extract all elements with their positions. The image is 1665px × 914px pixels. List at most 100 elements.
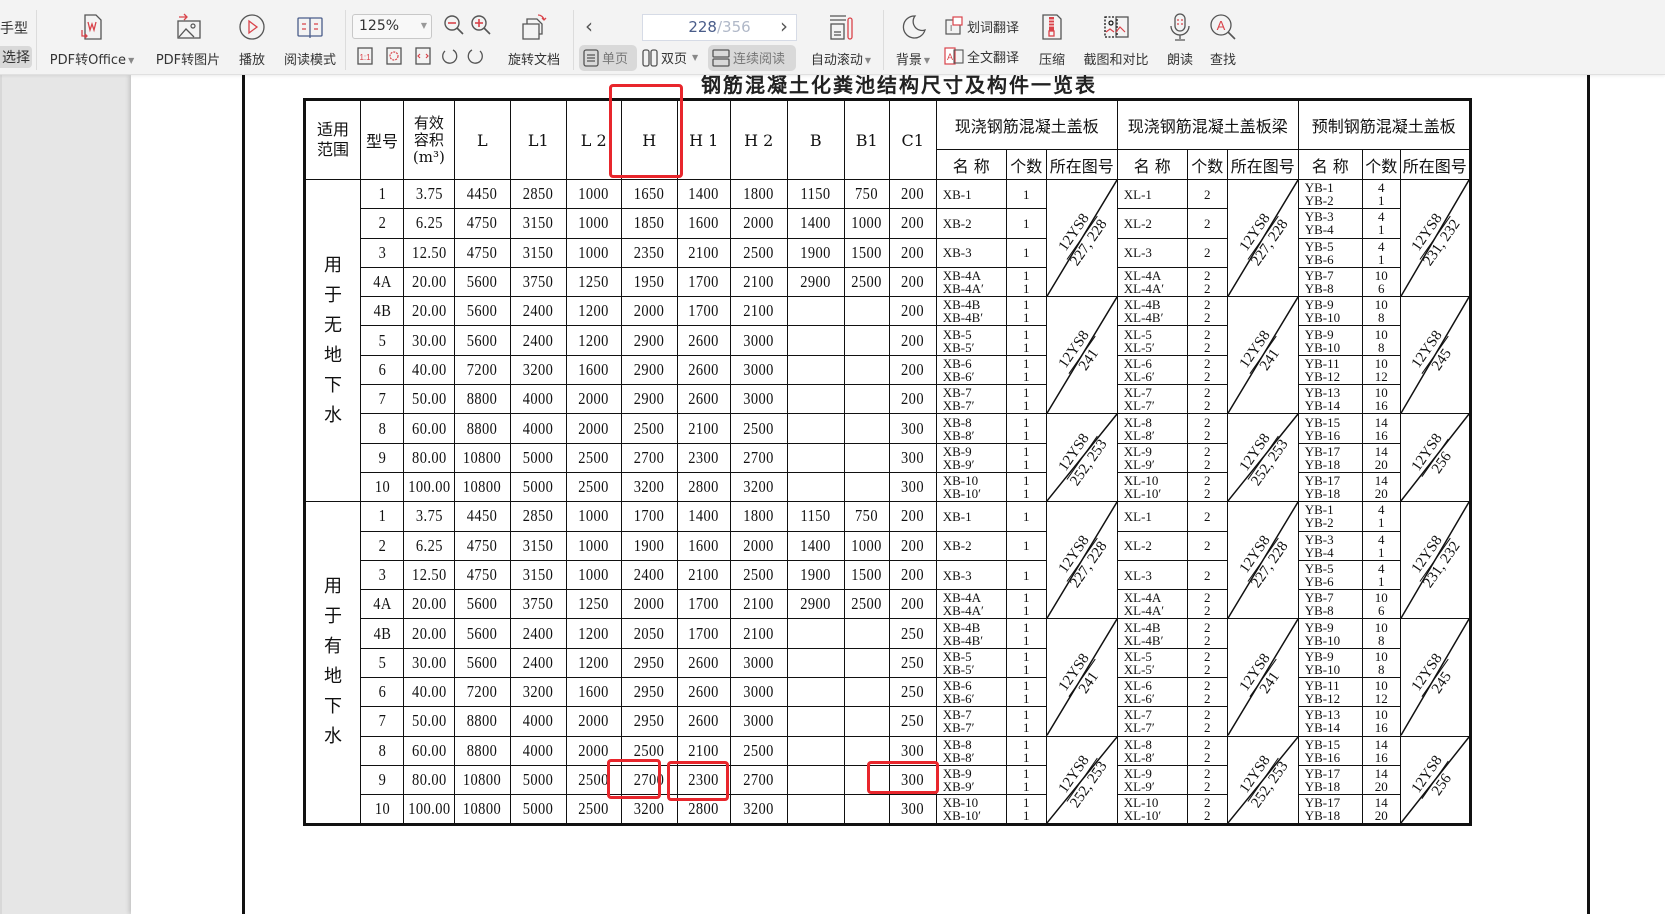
single-page-button[interactable]: 单页 bbox=[583, 48, 628, 67]
component-name-cell: XL-4B XL-4B′ bbox=[1116, 296, 1188, 327]
page-number-input[interactable]: 228/356 bbox=[642, 14, 797, 41]
read-aloud-label: 朗读 bbox=[1166, 53, 1193, 68]
hand-tool-tab[interactable]: 手型 bbox=[0, 18, 28, 38]
compress-button[interactable]: 压缩 bbox=[1035, 10, 1069, 68]
dim-cell-L: 7200 bbox=[458, 677, 507, 708]
pdf-to-image-button[interactable]: PDF转图片 bbox=[152, 10, 224, 68]
fit-page-button[interactable] bbox=[385, 46, 403, 66]
dim-cell-H: 2700 bbox=[625, 764, 674, 796]
dim-cell-H: 3200 bbox=[625, 794, 674, 825]
zoom-out-button[interactable] bbox=[443, 14, 465, 36]
header-L2: L 2 bbox=[565, 99, 622, 180]
actual-size-button[interactable]: 1:1 bbox=[356, 46, 374, 66]
component-count-cell: 1 1 bbox=[1005, 735, 1047, 766]
component-count-cell: 14 20 bbox=[1361, 794, 1401, 825]
dim-cell-C1: 200 bbox=[892, 501, 934, 532]
dim-cell-B: 1150 bbox=[791, 178, 841, 210]
header-L1: L1 bbox=[509, 99, 567, 180]
component-name-cell: XL-10 XL-10′ bbox=[1116, 794, 1188, 825]
dim-cell-L1: 2400 bbox=[514, 618, 563, 649]
fit-width-button[interactable] bbox=[414, 46, 432, 66]
dim-cell-L: 5600 bbox=[458, 589, 507, 620]
play-button[interactable]: 播放 bbox=[232, 10, 272, 68]
component-name-cell: XL-6 XL-6′ bbox=[1116, 354, 1188, 386]
component-name-cell: XL-3 bbox=[1116, 237, 1188, 268]
full-translate-button[interactable]: A 全文翻译 bbox=[944, 46, 1019, 66]
auto-scroll-button[interactable]: 自动滚动 ▼ bbox=[806, 10, 876, 68]
component-count-cell: 14 20 bbox=[1361, 442, 1401, 473]
dim-cell-L2: 1600 bbox=[569, 354, 618, 386]
dim-cell-B1: 750 bbox=[847, 501, 887, 532]
volume-cell: 100.00 bbox=[406, 794, 451, 825]
component-count-cell: 2 2 bbox=[1186, 442, 1228, 473]
word-translate-icon: I bbox=[945, 16, 963, 35]
dim-cell-B: 1900 bbox=[791, 237, 841, 268]
component-count-cell: 10 8 bbox=[1361, 325, 1401, 356]
continuous-read-button[interactable]: 连续阅读 bbox=[712, 48, 785, 67]
drawing-ref-cell: 12YS8 241 bbox=[1226, 618, 1299, 737]
component-count-cell: 1 1 bbox=[1005, 266, 1047, 298]
dim-cell-L1: 3150 bbox=[514, 559, 563, 591]
dim-cell-L1: 3150 bbox=[514, 237, 563, 268]
dim-cell-L1: 3200 bbox=[514, 354, 563, 386]
dim-cell-L: 7200 bbox=[458, 354, 507, 386]
model-cell: 2 bbox=[363, 530, 401, 561]
component-name-cell: YB-3 YB-4 bbox=[1297, 530, 1363, 561]
component-name-cell: XB-7 XB-7′ bbox=[935, 706, 1007, 737]
dim-cell-B bbox=[791, 471, 841, 503]
select-tool-tab[interactable]: 选择 bbox=[0, 46, 32, 68]
dim-cell-L: 8800 bbox=[458, 413, 507, 444]
next-page-button[interactable]: › bbox=[780, 14, 788, 38]
rotate-left-button[interactable] bbox=[440, 46, 458, 66]
model-cell: 9 bbox=[363, 764, 401, 796]
dim-cell-L1: 5000 bbox=[514, 471, 563, 503]
dim-cell-H1: 2100 bbox=[680, 413, 727, 444]
auto-scroll-label: 自动滚动 bbox=[810, 53, 863, 68]
header-model: 型号 bbox=[360, 99, 404, 180]
dim-cell-H1: 1700 bbox=[680, 296, 727, 327]
pdf-to-image-label: PDF转图片 bbox=[155, 53, 221, 68]
header-name: 名 称 bbox=[1116, 149, 1188, 180]
dim-cell-C1: 250 bbox=[892, 618, 934, 649]
dim-cell-B bbox=[791, 706, 841, 737]
dim-cell-H1: 2800 bbox=[680, 471, 727, 503]
component-name-cell: XB-5 XB-5′ bbox=[935, 325, 1007, 356]
dim-cell-H1: 1700 bbox=[680, 266, 727, 298]
dim-cell-B bbox=[791, 325, 841, 356]
dim-cell-B1 bbox=[847, 706, 887, 737]
background-button[interactable]: 背景 ▼ bbox=[890, 10, 936, 68]
double-page-button[interactable]: 双页 ▼ bbox=[642, 48, 698, 67]
screenshot-compare-button[interactable]: 截图和对比 bbox=[1080, 10, 1152, 68]
pdf-to-office-button[interactable]: PDF转Office ▼ bbox=[47, 10, 137, 68]
total-pages: /356 bbox=[716, 18, 751, 36]
table-row: 4B 20.00 5600 2400 1200 2050 1700 2100 250 XB-4B … bbox=[305, 618, 1471, 737]
volume-cell: 40.00 bbox=[406, 354, 451, 386]
rotate-document-button[interactable]: 旋转文档 bbox=[503, 10, 565, 68]
dim-cell-H2: 3000 bbox=[734, 325, 784, 356]
dim-cell-L: 4750 bbox=[458, 530, 507, 561]
drawing-ref-cell: 12YS8 241 bbox=[1045, 296, 1118, 415]
dim-cell-H: 2900 bbox=[625, 384, 674, 415]
dim-cell-H2: 2000 bbox=[734, 208, 784, 239]
component-count-cell: 2 2 bbox=[1186, 706, 1228, 737]
zoom-in-button[interactable] bbox=[470, 14, 492, 36]
word-translate-button[interactable]: I 划词翻译 bbox=[944, 16, 1019, 36]
volume-cell: 20.00 bbox=[406, 266, 451, 298]
read-aloud-button[interactable]: 朗读 bbox=[1160, 10, 1200, 68]
read-mode-button[interactable]: 阅读模式 bbox=[279, 10, 341, 68]
rotate-right-button[interactable] bbox=[467, 46, 485, 66]
component-name-cell: XB-3 bbox=[935, 237, 1007, 268]
header-count: 个数 bbox=[1005, 149, 1047, 180]
dim-cell-C1: 200 bbox=[892, 559, 934, 591]
component-name-cell: YB-9 YB-10 bbox=[1297, 647, 1363, 679]
zoom-level-select[interactable]: 125% ▼ bbox=[352, 14, 432, 39]
prev-page-button[interactable]: ‹ bbox=[585, 14, 593, 38]
component-count-cell: 2 2 bbox=[1186, 471, 1228, 503]
dim-cell-H2: 3000 bbox=[734, 677, 784, 708]
component-name-cell: YB-15 YB-16 bbox=[1297, 735, 1363, 766]
find-button[interactable]: A 查找 bbox=[1203, 10, 1243, 68]
dim-cell-C1: 200 bbox=[892, 354, 934, 386]
separator bbox=[36, 10, 37, 70]
component-count-cell: 2 2 bbox=[1186, 677, 1228, 708]
model-cell: 5 bbox=[363, 647, 401, 679]
